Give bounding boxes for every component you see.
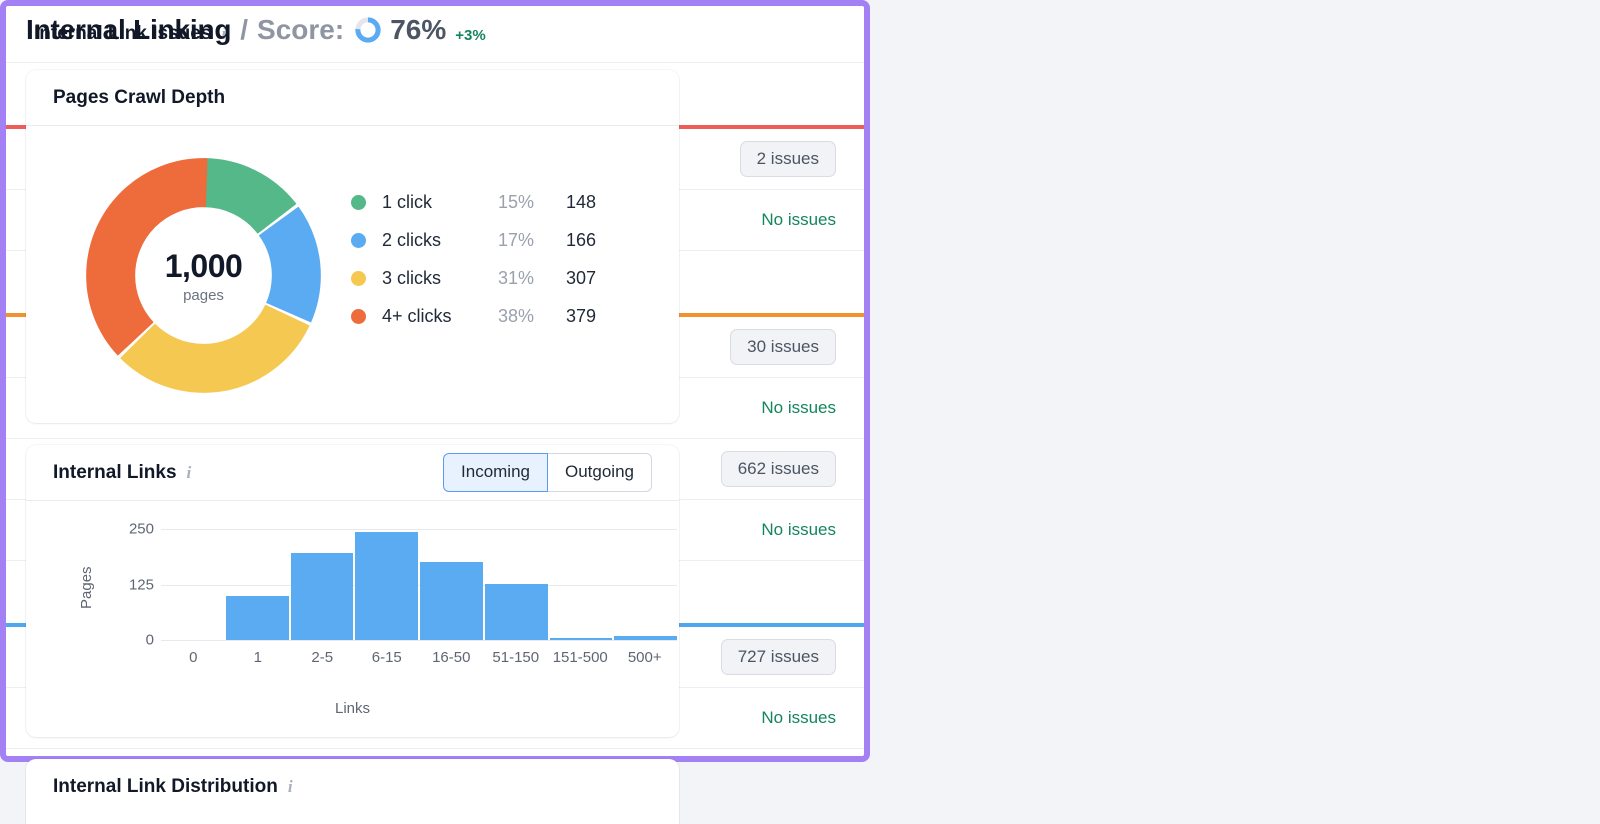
no-issues-label: No issues	[761, 708, 836, 727]
x-axis-tick-label: 6-15	[371, 649, 402, 666]
legend-label: 1 click	[382, 191, 433, 212]
bar-chart-x-axis-label: Links	[334, 700, 371, 717]
internal-links-bar-chart: Pages 0 125 250 0 1 2-5 6-15 16-50 51-150 151-50…	[26, 501, 679, 736]
score-label: Score:	[257, 14, 345, 45]
legend-value: 379	[565, 305, 596, 326]
crawl-depth-header: Pages Crawl Depth	[26, 70, 679, 126]
issue-count-badge[interactable]: 2 issues	[739, 141, 836, 177]
legend-percent: 17%	[497, 229, 534, 250]
bar-chart-bars	[161, 529, 677, 640]
y-axis-tick-label: 0	[145, 631, 154, 649]
bar[interactable]	[290, 553, 354, 640]
donut-total-value: 1,000	[164, 247, 243, 284]
internal-links-card: Internal Links i Incoming Outgoing Pages…	[26, 445, 679, 737]
issue-count-cell: 30 issues	[666, 329, 836, 365]
no-issues-label: No issues	[761, 210, 836, 229]
distribution-header: Internal Link Distribution i	[26, 759, 679, 815]
crawl-depth-legend: 1 click 15% 148 2 clicks 17% 166 3 clicks 31% 30…	[351, 183, 596, 335]
x-axis-tick-label: 16-50	[432, 649, 471, 666]
bar-chart-y-ticks: 0 125 250	[86, 521, 154, 649]
legend-percent: 15%	[497, 191, 534, 212]
y-axis-tick-label: 250	[128, 520, 154, 538]
x-axis-tick-label: 2-5	[311, 649, 334, 666]
bar[interactable]	[484, 583, 548, 640]
legend-label: 4+ clicks	[382, 305, 452, 326]
donut-center-label: 1,000 pages	[81, 153, 326, 398]
issue-count-cell: No issues	[666, 708, 836, 728]
legend-label: 3 clicks	[382, 267, 442, 288]
internal-links-title: Internal Links	[53, 461, 177, 483]
issue-count-badge[interactable]: 662 issues	[720, 451, 836, 487]
x-axis-tick-label: 0	[189, 649, 198, 666]
toggle-outgoing-button[interactable]: Outgoing	[548, 453, 652, 492]
crawl-depth-title: Pages Crawl Depth	[53, 86, 226, 108]
x-axis-tick-label: 151-500	[552, 649, 608, 666]
legend-color-dot	[351, 270, 366, 286]
no-issues-label: No issues	[761, 520, 836, 539]
gridline	[161, 640, 677, 641]
score-delta: +3%	[455, 26, 486, 44]
legend-value: 166	[565, 229, 596, 250]
info-icon[interactable]: i	[288, 777, 293, 797]
bar[interactable]	[225, 595, 289, 640]
bar-chart-x-ticks: 0 1 2-5 6-15 16-50 51-150 151-500 500+	[161, 649, 677, 666]
issue-count-badge[interactable]: 30 issues	[730, 329, 836, 365]
bar[interactable]	[549, 637, 613, 640]
legend-percent: 31%	[497, 267, 534, 288]
x-axis-tick-label: 500+	[627, 649, 662, 666]
legend-item[interactable]: 2 clicks 17% 166	[351, 221, 596, 259]
legend-color-dot	[351, 232, 366, 248]
bar[interactable]	[420, 562, 483, 640]
issue-count-cell: No issues	[666, 398, 836, 418]
incoming-outgoing-toggle: Incoming Outgoing	[443, 453, 652, 492]
internal-link-distribution-card: Internal Link Distribution i	[26, 759, 679, 824]
issue-count-cell: 662 issues	[666, 451, 836, 487]
bar[interactable]	[355, 532, 418, 640]
score-ring-icon	[355, 17, 381, 43]
y-axis-tick-label: 125	[128, 576, 154, 593]
x-axis-tick-label: 51-150	[492, 649, 540, 666]
legend-percent: 38%	[497, 305, 534, 326]
distribution-title: Internal Link Distribution	[53, 776, 278, 797]
toggle-incoming-button[interactable]: Incoming	[443, 453, 548, 492]
info-icon[interactable]: i	[187, 463, 192, 483]
bar[interactable]	[614, 635, 677, 640]
legend-label: 2 clicks	[382, 229, 442, 250]
legend-value: 148	[565, 191, 596, 212]
x-axis-tick-label: 1	[253, 649, 262, 666]
title-separator: /	[240, 14, 249, 45]
pages-crawl-depth-card: Pages Crawl Depth 1,000 pages 1 click 15%…	[26, 70, 679, 423]
legend-color-dot	[351, 308, 366, 324]
donut-total-unit: pages	[183, 286, 224, 304]
legend-item[interactable]: 3 clicks 31% 307	[351, 259, 596, 297]
issue-count-cell: No issues	[666, 520, 836, 540]
issue-count-badge[interactable]: 727 issues	[720, 639, 836, 675]
internal-linking-dashboard: Internal Linking / Score: 76% +3% Pages …	[0, 0, 1600, 824]
legend-color-dot	[351, 194, 366, 210]
page-title: Internal Linking	[26, 14, 232, 45]
page-header: Internal Linking / Score: 76% +3%	[26, 14, 486, 46]
issue-count-cell: 2 issues	[666, 141, 836, 177]
legend-item[interactable]: 4+ clicks 38% 379	[351, 297, 596, 335]
legend-item[interactable]: 1 click 15% 148	[351, 183, 596, 221]
bar-chart-plot-area	[161, 529, 677, 641]
internal-links-header: Internal Links i Incoming Outgoing	[26, 445, 679, 501]
legend-value: 307	[565, 267, 596, 288]
crawl-depth-chart: 1,000 pages 1 click 15% 148 2 clicks 17% 166 3…	[26, 126, 679, 422]
no-issues-label: No issues	[761, 398, 836, 417]
issue-count-cell: 727 issues	[666, 639, 836, 675]
score-value: 76%	[390, 14, 447, 45]
issue-count-cell: No issues	[666, 210, 836, 230]
